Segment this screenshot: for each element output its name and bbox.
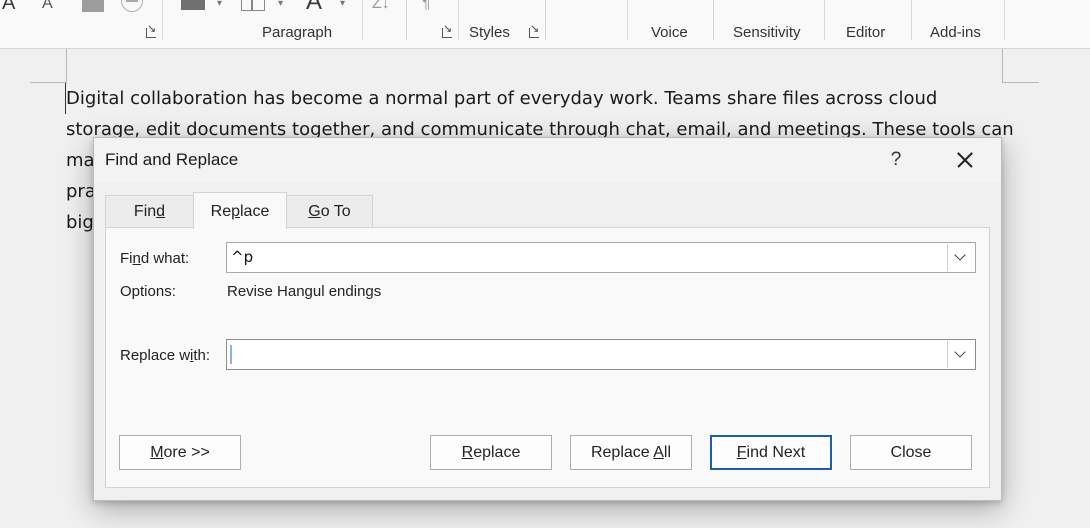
replace-with-input[interactable]: [226, 339, 976, 370]
tab-go-to[interactable]: Go To: [286, 195, 373, 228]
find-next-button[interactable]: Find Next: [710, 435, 832, 470]
text-effects-icon[interactable]: A: [306, 0, 322, 16]
more-button[interactable]: More >>: [119, 435, 241, 470]
group-label-add-ins: Add-ins: [930, 24, 981, 41]
divider: [1004, 0, 1005, 40]
shading-icon[interactable]: [181, 0, 205, 10]
page-corner-mark: [1002, 49, 1039, 83]
help-button[interactable]: ?: [881, 146, 911, 174]
divider: [824, 0, 825, 40]
close-icon[interactable]: [949, 144, 981, 176]
find-replace-dialog: Find and Replace ? Find Replace Go To Fi…: [93, 137, 1002, 501]
label-text: d what:: [140, 250, 190, 267]
borders-icon[interactable]: [241, 0, 265, 11]
find-what-label: Find what:: [120, 250, 189, 267]
divider: [362, 0, 363, 40]
button-label: eplace: [473, 444, 521, 461]
show-marks-icon[interactable]: ¶: [422, 0, 431, 13]
group-label-sensitivity: Sensitivity: [733, 24, 801, 41]
chevron-down-icon[interactable]: ▾: [217, 0, 222, 9]
dialog-titlebar[interactable]: Find and Replace ?: [94, 138, 1001, 182]
tab-replace[interactable]: Replace: [193, 192, 287, 229]
replace-all-button[interactable]: Replace All: [570, 435, 692, 470]
label-text: th:: [193, 347, 211, 364]
label-text: Fi: [120, 250, 133, 267]
styles-dialog-launcher-icon[interactable]: [529, 22, 539, 38]
enclose-characters-icon[interactable]: [121, 0, 143, 12]
group-label-paragraph: Paragraph: [262, 24, 333, 41]
button-accesskey: M: [150, 444, 164, 461]
options-label: Options:: [120, 283, 176, 300]
tab-label: Re: [210, 203, 232, 220]
tab-accesskey: d: [156, 203, 166, 220]
button-accesskey: F: [736, 444, 747, 461]
group-label-voice: Voice: [651, 24, 688, 41]
divider: [627, 0, 628, 40]
font-dialog-launcher-icon[interactable]: [146, 22, 156, 38]
page-corner-mark: [30, 49, 67, 83]
find-what-value: ^p: [231, 248, 254, 266]
shrink-font-icon[interactable]: A: [42, 0, 53, 13]
divider: [911, 0, 912, 40]
button-label: Replace: [590, 444, 654, 461]
sort-icon[interactable]: Z↓: [372, 0, 390, 13]
tab-label: o To: [320, 203, 351, 220]
divider: [458, 0, 459, 40]
tab-accesskey: G: [308, 203, 321, 220]
paragraph-dialog-launcher-icon[interactable]: [442, 22, 452, 38]
replace-button[interactable]: Replace: [430, 435, 552, 470]
button-label: ind Next: [746, 444, 806, 461]
group-label-editor: Editor: [846, 24, 886, 41]
ribbon: A A ▾ ▾ A ▾ Z↓ ¶ Paragraph Styles Voice …: [0, 0, 1090, 49]
tab-label: Fin: [133, 203, 157, 220]
replace-with-label: Replace with:: [120, 347, 210, 364]
label-accesskey: n: [132, 250, 141, 267]
chevron-down-icon[interactable]: ▾: [278, 0, 283, 9]
divider: [406, 0, 407, 40]
divider: [162, 0, 163, 40]
divider: [545, 0, 546, 40]
document-line: Digital collaboration has become a norma…: [65, 83, 1006, 114]
button-label: Close: [890, 444, 932, 461]
grow-font-icon[interactable]: A: [2, 0, 15, 15]
options-value: Revise Hangul endings: [227, 283, 382, 300]
label-text: Replace w: [120, 347, 191, 364]
chevron-down-icon[interactable]: ▾: [340, 0, 345, 9]
tab-label: lace: [240, 203, 270, 220]
button-label: ll: [663, 444, 672, 461]
button-accesskey: R: [461, 444, 474, 461]
button-label: ore >>: [163, 444, 210, 461]
find-what-input[interactable]: ^p: [226, 242, 976, 273]
tab-find[interactable]: Find: [105, 195, 194, 228]
chevron-down-icon[interactable]: [947, 244, 974, 271]
tab-accesskey: p: [231, 203, 240, 220]
close-button[interactable]: Close: [850, 435, 972, 470]
chevron-down-icon[interactable]: [947, 341, 974, 368]
dialog-title: Find and Replace: [105, 150, 239, 169]
button-accesskey: A: [653, 444, 664, 461]
text-cursor: [230, 345, 232, 364]
group-label-styles: Styles: [469, 24, 510, 41]
highlight-icon[interactable]: [82, 0, 104, 12]
divider: [713, 0, 714, 40]
